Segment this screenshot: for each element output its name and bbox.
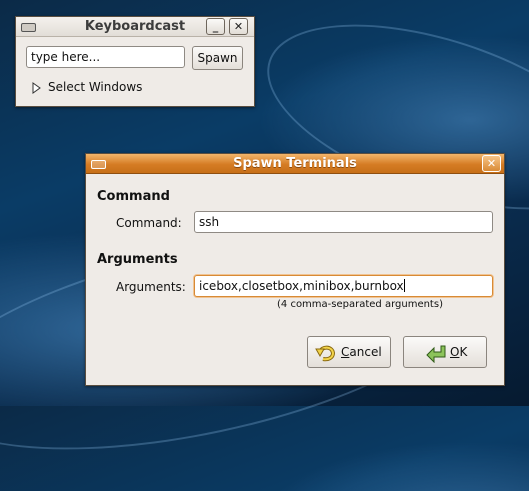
close-button[interactable]: ✕ [229,18,248,35]
arguments-section-heading: Arguments [97,252,178,267]
keyboardcast-window: Keyboardcast _ ✕ type here... Spawn Sele… [15,16,255,107]
arguments-hint: (4 comma-separated arguments) [277,299,443,310]
broadcast-input[interactable]: type here... [26,46,185,68]
spawn-button[interactable]: Spawn [192,46,243,70]
cancel-button[interactable]: Cancel [307,336,391,368]
command-input[interactable]: ssh [194,211,493,233]
triangle-right-icon [32,82,41,94]
spawn-titlebar[interactable]: Spawn Terminals ✕ [86,154,504,174]
arguments-label: Arguments: [116,280,186,294]
undo-arrow-icon [315,345,336,362]
check-arrow-icon [426,345,446,363]
cancel-label: Cancel [341,345,382,359]
close-button[interactable]: ✕ [482,155,501,172]
spawn-terminals-dialog: Spawn Terminals ✕ Command Command: ssh A… [85,153,505,386]
keyboardcast-titlebar[interactable]: Keyboardcast _ ✕ [16,17,254,37]
select-windows-label: Select Windows [48,80,143,94]
minimize-button[interactable]: _ [206,18,225,35]
text-cursor [403,279,405,292]
dialog-title: Spawn Terminals [233,156,357,171]
ok-button[interactable]: OK [403,336,487,368]
command-label: Command: [116,216,182,230]
command-section-heading: Command [97,189,170,204]
arguments-input-text: icebox,closetbox,minibox,burnbox [199,279,404,293]
ok-label: OK [450,345,468,359]
arguments-input[interactable]: icebox,closetbox,minibox,burnbox [194,275,493,297]
select-windows-expander[interactable]: Select Windows [30,79,170,97]
